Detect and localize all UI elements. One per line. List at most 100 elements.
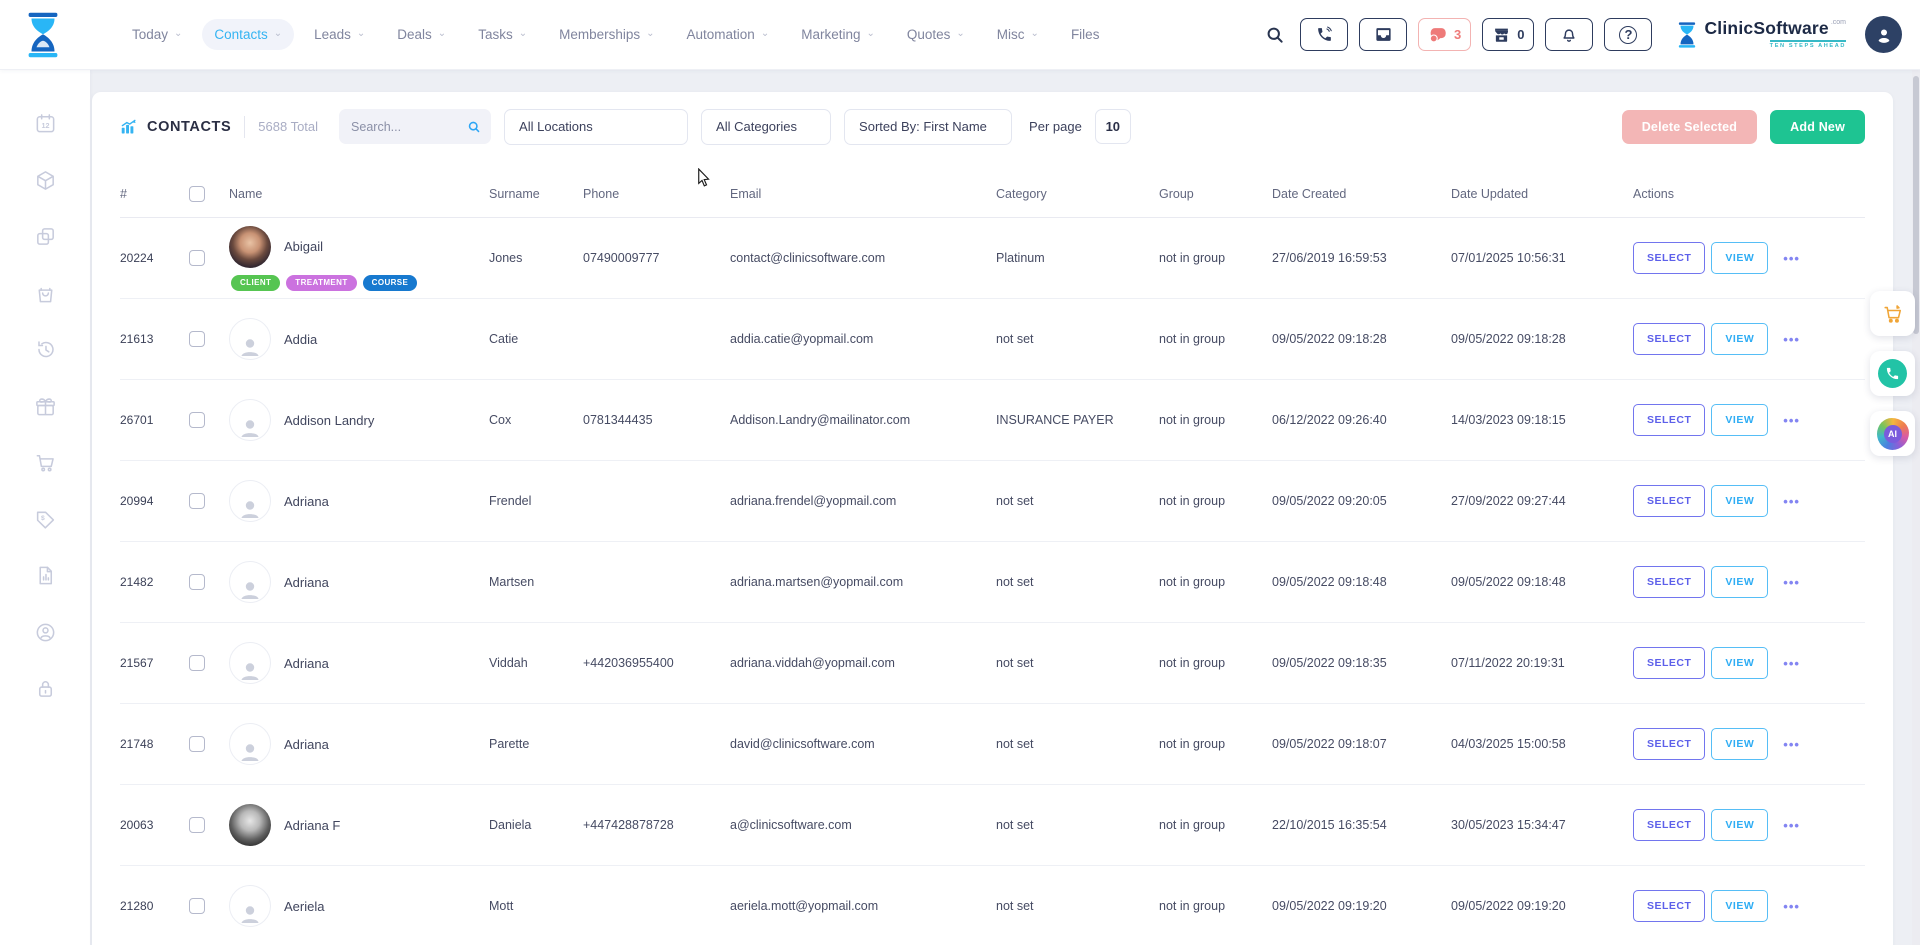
select-all-checkbox[interactable] <box>189 186 205 202</box>
contact-surname: Parette <box>489 704 583 785</box>
cart-icon[interactable] <box>34 451 57 474</box>
nav-item-contacts[interactable]: Contacts⌄ <box>202 19 294 50</box>
row-checkbox[interactable] <box>189 736 205 752</box>
search-icon[interactable] <box>467 119 481 135</box>
contact-first-name[interactable]: Aeriela <box>284 899 324 914</box>
contact-first-name[interactable]: Adriana <box>284 737 329 752</box>
package-icon[interactable] <box>34 169 57 192</box>
row-checkbox[interactable] <box>189 331 205 347</box>
store-button[interactable]: 0 <box>1482 18 1534 51</box>
search-input[interactable] <box>351 120 467 134</box>
row-checkbox[interactable] <box>189 898 205 914</box>
avatar <box>229 804 271 846</box>
row-more-icon[interactable]: ••• <box>1783 575 1800 590</box>
contact-first-name[interactable]: Addison Landry <box>284 413 374 428</box>
inbox-button[interactable] <box>1359 18 1407 51</box>
row-more-icon[interactable]: ••• <box>1783 413 1800 428</box>
row-more-icon[interactable]: ••• <box>1783 251 1800 266</box>
brand-logo[interactable]: ClinicSoftware .com TEN STEPS AHEAD <box>1677 20 1846 49</box>
view-button[interactable]: VIEW <box>1711 728 1768 760</box>
nav-item-memberships[interactable]: Memberships⌄ <box>547 19 666 50</box>
select-button[interactable]: SELECT <box>1633 728 1705 760</box>
nav-item-leads[interactable]: Leads⌄ <box>302 19 377 50</box>
chevron-down-icon: ⌄ <box>519 29 527 39</box>
contact-first-name[interactable]: Adriana <box>284 575 329 590</box>
per-page-input[interactable] <box>1095 109 1131 144</box>
copy-icon[interactable] <box>34 225 57 248</box>
nav-item-deals[interactable]: Deals⌄ <box>385 19 458 50</box>
delete-selected-button[interactable]: Delete Selected <box>1622 110 1757 144</box>
help-button[interactable]: ? <box>1604 18 1652 51</box>
floating-whatsapp-widget[interactable] <box>1870 351 1915 396</box>
notifications-button[interactable] <box>1545 18 1593 51</box>
locations-select[interactable]: All Locations <box>504 109 688 145</box>
view-button[interactable]: VIEW <box>1711 647 1768 679</box>
view-button[interactable]: VIEW <box>1711 566 1768 598</box>
add-new-button[interactable]: Add New <box>1770 110 1865 144</box>
contact-surname: Martsen <box>489 542 583 623</box>
row-more-icon[interactable]: ••• <box>1783 332 1800 347</box>
select-button[interactable]: SELECT <box>1633 647 1705 679</box>
dialer-button[interactable] <box>1300 18 1348 51</box>
contact-first-name[interactable]: Addia <box>284 332 317 347</box>
history-icon[interactable] <box>34 338 57 361</box>
contact-id: 21748 <box>120 737 153 751</box>
chat-notifications-button[interactable]: 3 <box>1418 18 1471 51</box>
row-more-icon[interactable]: ••• <box>1783 656 1800 671</box>
row-checkbox[interactable] <box>189 817 205 833</box>
calendar-icon[interactable]: 12 <box>34 112 57 135</box>
price-tag-icon[interactable]: $ <box>34 508 57 531</box>
nav-item-misc[interactable]: Misc⌄ <box>985 19 1051 50</box>
row-more-icon[interactable]: ••• <box>1783 899 1800 914</box>
categories-select[interactable]: All Categories <box>701 109 831 145</box>
contact-first-name[interactable]: Adriana F <box>284 818 340 833</box>
user-avatar[interactable] <box>1865 16 1902 53</box>
nav-item-tasks[interactable]: Tasks⌄ <box>466 19 539 50</box>
nav-item-quotes[interactable]: Quotes⌄ <box>895 19 977 50</box>
table-row: 21613 Addia Catie addia.catie@yopmail.co… <box>120 299 1865 380</box>
contact-first-name[interactable]: Adriana <box>284 494 329 509</box>
gift-icon[interactable] <box>34 395 57 418</box>
contact-group: not in group <box>1159 785 1272 866</box>
nav-item-marketing[interactable]: Marketing⌄ <box>789 19 887 50</box>
view-button[interactable]: VIEW <box>1711 890 1768 922</box>
select-button[interactable]: SELECT <box>1633 323 1705 355</box>
row-checkbox[interactable] <box>189 250 205 266</box>
floating-ai-widget[interactable]: AI <box>1870 411 1915 456</box>
select-button[interactable]: SELECT <box>1633 404 1705 436</box>
nav-item-files[interactable]: Files <box>1059 19 1112 50</box>
view-button[interactable]: VIEW <box>1711 809 1768 841</box>
view-button[interactable]: VIEW <box>1711 242 1768 274</box>
person-silhouette-icon <box>237 416 263 440</box>
row-more-icon[interactable]: ••• <box>1783 737 1800 752</box>
col-name: Name <box>229 172 489 218</box>
floating-cart-widget[interactable] <box>1870 291 1915 336</box>
select-button[interactable]: SELECT <box>1633 890 1705 922</box>
vertical-scrollbar[interactable] <box>1912 70 1920 945</box>
lock-icon[interactable] <box>34 677 57 700</box>
contact-first-name[interactable]: Abigail <box>284 239 323 254</box>
view-button[interactable]: VIEW <box>1711 485 1768 517</box>
scrollbar-thumb[interactable] <box>1913 76 1919 334</box>
select-button[interactable]: SELECT <box>1633 485 1705 517</box>
view-button[interactable]: VIEW <box>1711 404 1768 436</box>
select-button[interactable]: SELECT <box>1633 566 1705 598</box>
nav-item-today[interactable]: Today⌄ <box>120 19 194 50</box>
row-checkbox[interactable] <box>189 655 205 671</box>
view-button[interactable]: VIEW <box>1711 323 1768 355</box>
contact-first-name[interactable]: Adriana <box>284 656 329 671</box>
sort-select[interactable]: Sorted By: First Name <box>844 109 1012 145</box>
nav-item-automation[interactable]: Automation⌄ <box>675 19 782 50</box>
report-icon[interactable] <box>34 564 57 587</box>
select-button[interactable]: SELECT <box>1633 809 1705 841</box>
row-checkbox[interactable] <box>189 493 205 509</box>
row-checkbox[interactable] <box>189 574 205 590</box>
search-icon[interactable] <box>1265 25 1285 45</box>
row-more-icon[interactable]: ••• <box>1783 494 1800 509</box>
app-logo-icon[interactable] <box>24 12 62 58</box>
row-checkbox[interactable] <box>189 412 205 428</box>
user-circle-icon[interactable] <box>34 621 57 644</box>
row-more-icon[interactable]: ••• <box>1783 818 1800 833</box>
bag-icon[interactable] <box>34 282 57 305</box>
select-button[interactable]: SELECT <box>1633 242 1705 274</box>
